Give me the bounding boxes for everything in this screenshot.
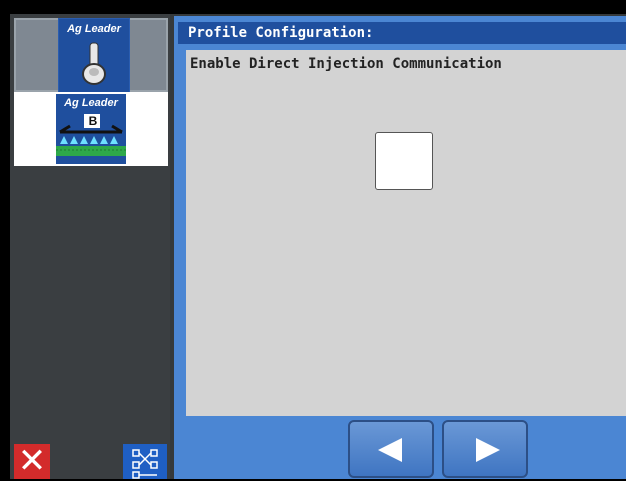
boom-sprayer-icon — [56, 114, 126, 156]
page-title: Profile Configuration: — [178, 22, 626, 44]
right-arrow-icon — [476, 438, 500, 462]
sidebar: Ag Leader Ag Leader B ✕ — [10, 14, 170, 479]
close-icon: ✕ — [17, 441, 47, 481]
sidebar-item-background: Ag Leader — [58, 18, 130, 94]
option-label: Enable Direct Injection Communication — [190, 56, 502, 72]
display-screen: Ag Leader Ag Leader B ✕ Profile Configur… — [10, 14, 626, 479]
content-area: Enable Direct Injection Communication — [186, 50, 626, 416]
next-button[interactable] — [442, 420, 528, 478]
sidebar-item-background: Ag Leader B — [56, 94, 126, 164]
main-panel: Profile Configuration: Enable Direct Inj… — [174, 16, 626, 479]
sidebar-item-joystick[interactable]: Ag Leader — [14, 18, 168, 94]
joystick-icon — [82, 42, 106, 85]
diagram-button[interactable] — [123, 444, 167, 479]
direct-injection-checkbox[interactable] — [375, 132, 433, 190]
previous-button[interactable] — [348, 420, 434, 478]
network-diagram-icon — [132, 449, 158, 479]
left-arrow-icon — [378, 438, 402, 462]
sidebar-item-sprayer[interactable]: Ag Leader B — [14, 92, 168, 166]
delete-button[interactable]: ✕ — [14, 444, 50, 479]
boom-section-badge: B — [88, 114, 98, 128]
